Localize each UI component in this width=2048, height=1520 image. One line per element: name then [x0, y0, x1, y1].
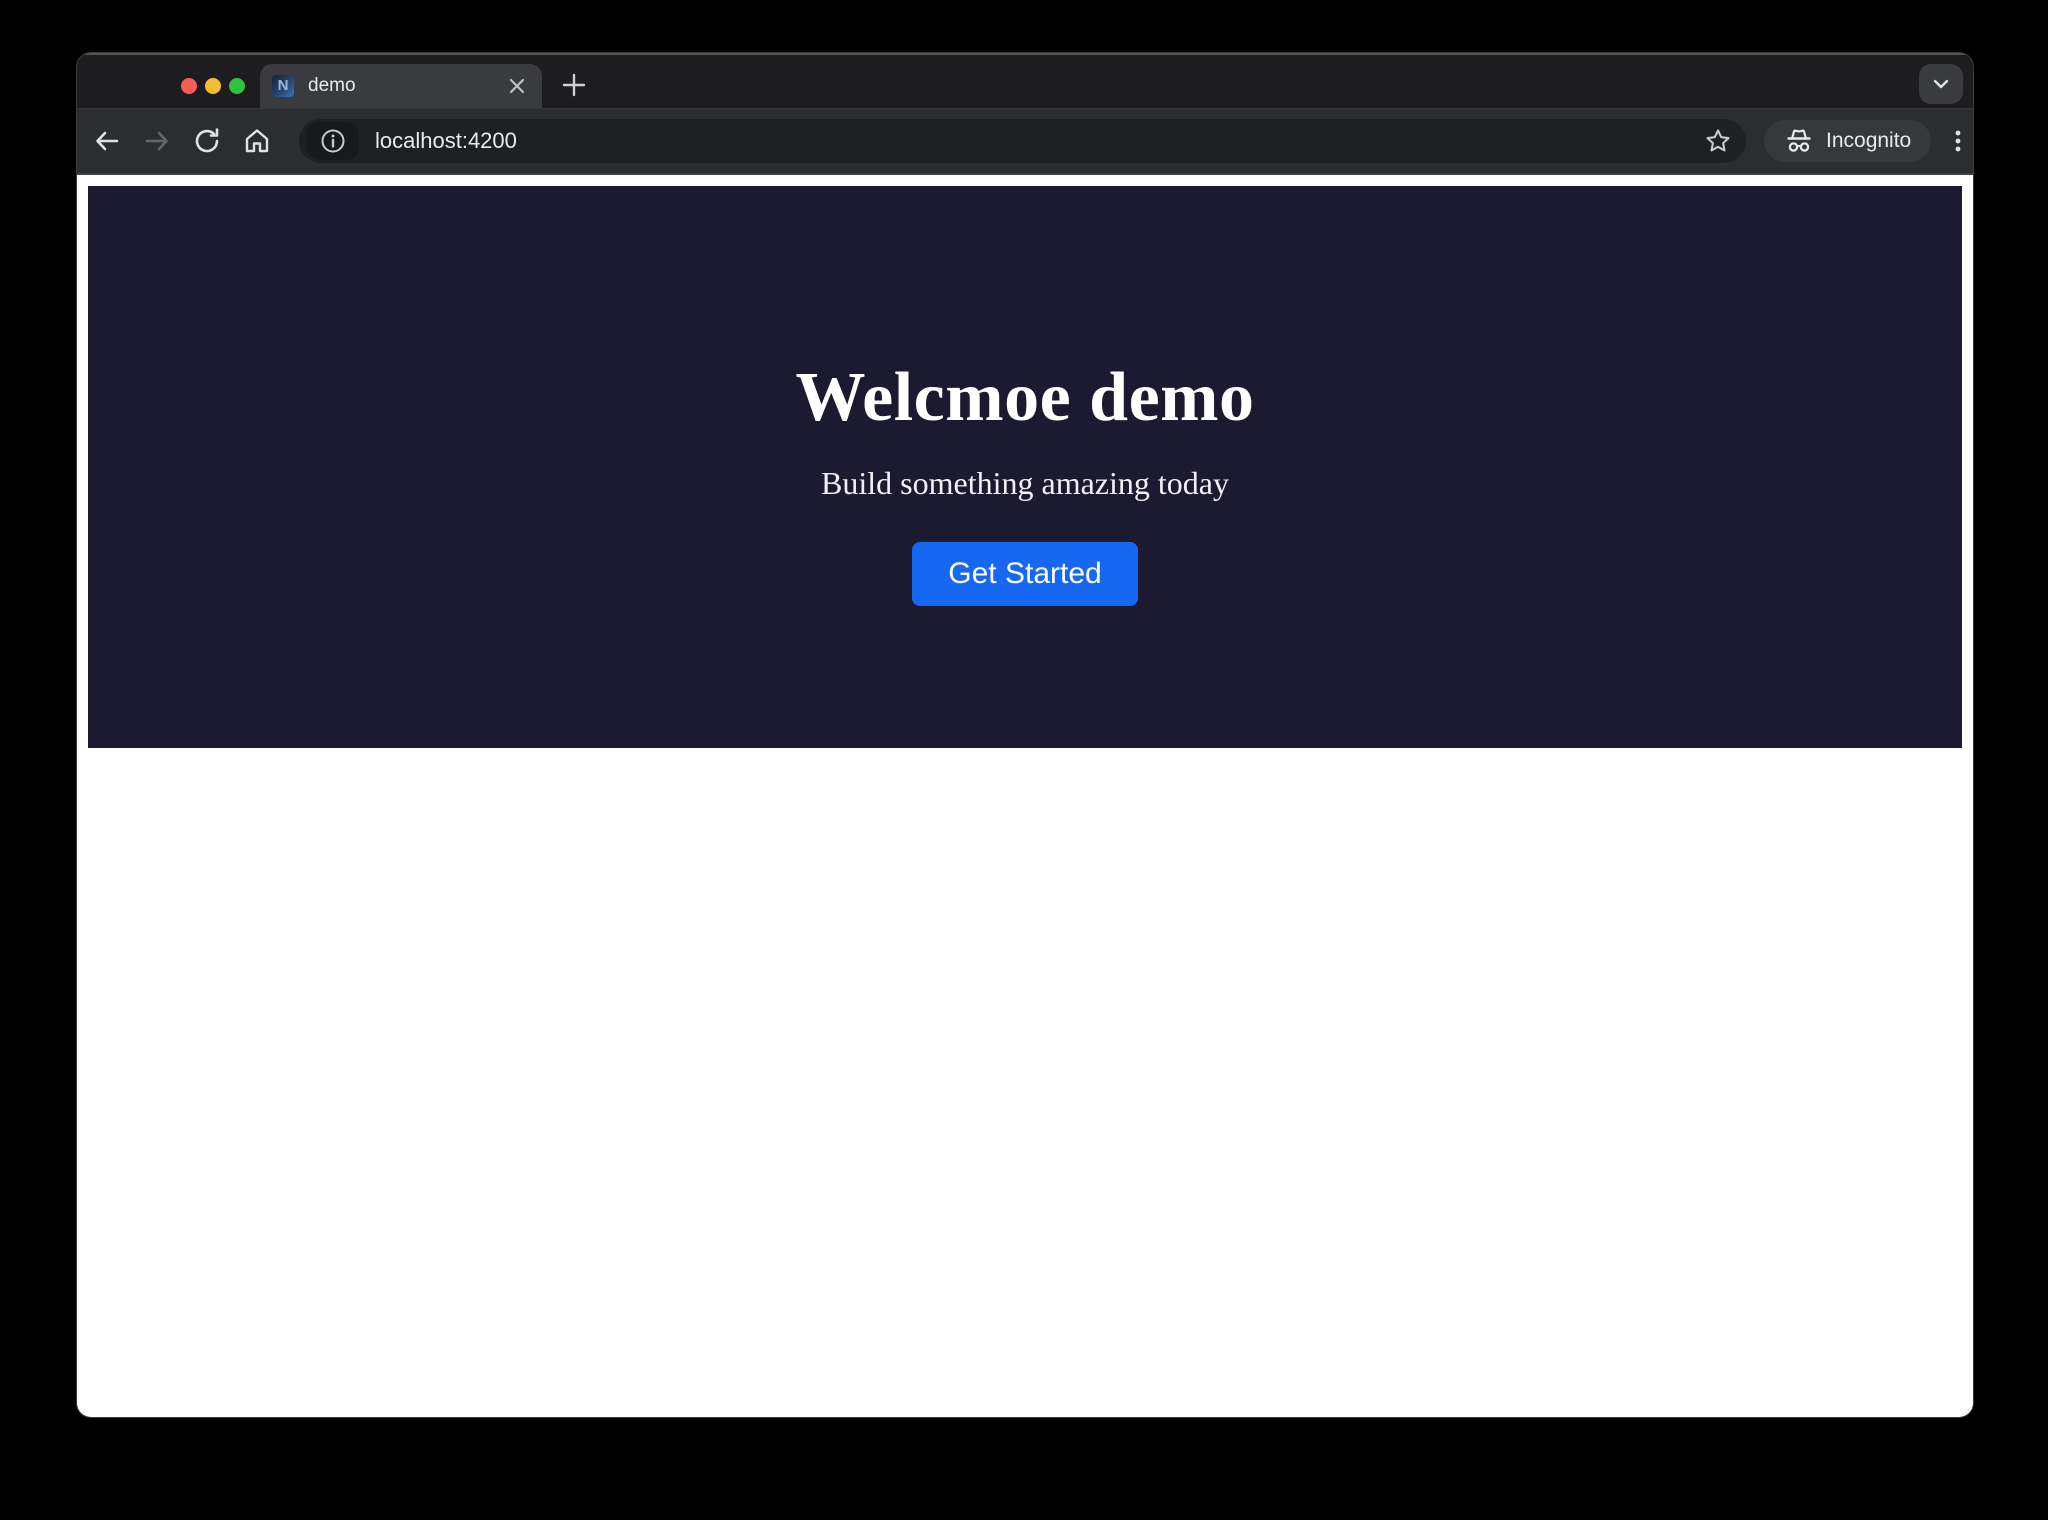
close-icon[interactable]	[504, 73, 530, 99]
browser-window: N demo	[77, 53, 1973, 1417]
hero-title: Welcmoe demo	[796, 358, 1255, 438]
nx-logo-icon: N	[272, 75, 294, 97]
incognito-label: Incognito	[1826, 129, 1911, 153]
tab-title: demo	[308, 75, 504, 97]
address-bar[interactable]: localhost:4200	[299, 119, 1746, 163]
screen: N demo	[0, 0, 2048, 1520]
browser-tab-demo[interactable]: N demo	[260, 64, 542, 108]
zoom-window-button[interactable]	[229, 78, 245, 94]
page-viewport: Welcmoe demo Build something amazing tod…	[77, 175, 1973, 1417]
chevron-down-icon[interactable]	[1919, 64, 1963, 104]
reload-icon[interactable]	[187, 121, 227, 161]
window-controls	[181, 78, 245, 94]
star-icon[interactable]	[1698, 121, 1738, 161]
tab-strip: N demo	[77, 53, 1973, 108]
info-icon[interactable]	[307, 122, 359, 160]
minimize-window-button[interactable]	[205, 78, 221, 94]
hero-subtitle: Build something amazing today	[821, 463, 1229, 503]
browser-toolbar: localhost:4200 Inco	[77, 108, 1973, 175]
incognito-icon	[1784, 126, 1814, 156]
plus-icon[interactable]	[557, 68, 591, 102]
hero-section: Welcmoe demo Build something amazing tod…	[88, 186, 1962, 748]
incognito-badge[interactable]: Incognito	[1764, 120, 1931, 162]
get-started-button[interactable]: Get Started	[912, 542, 1137, 606]
close-window-button[interactable]	[181, 78, 197, 94]
arrow-left-icon[interactable]	[87, 121, 127, 161]
url-text[interactable]: localhost:4200	[375, 128, 1698, 154]
kebab-menu-icon[interactable]	[1943, 121, 1973, 161]
arrow-right-icon[interactable]	[137, 121, 177, 161]
home-icon[interactable]	[237, 121, 277, 161]
